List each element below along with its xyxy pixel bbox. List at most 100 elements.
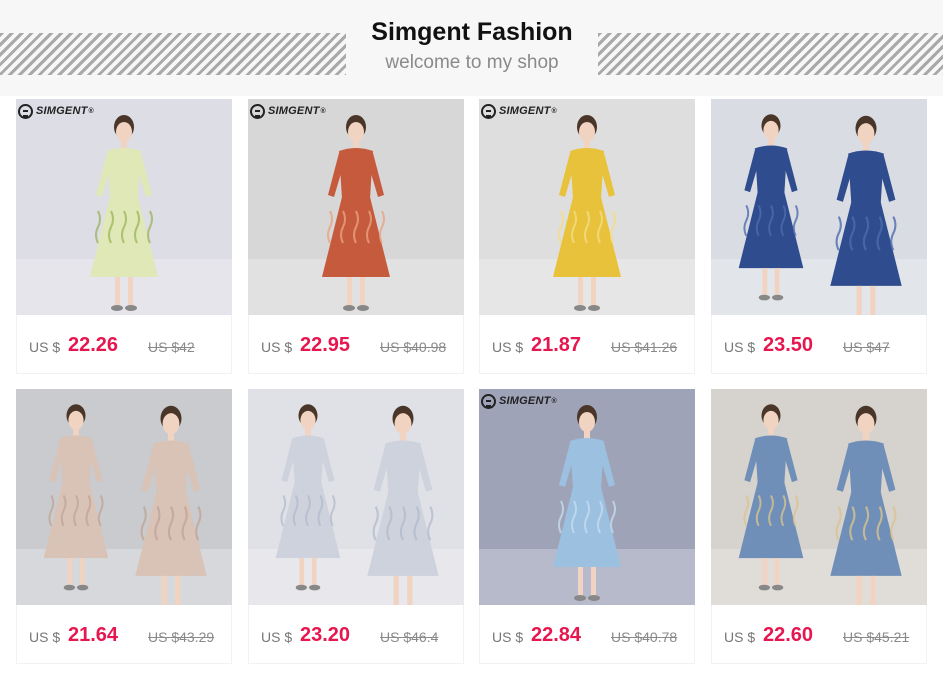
dress-bodice bbox=[59, 435, 93, 484]
model-face bbox=[300, 410, 316, 430]
model-leg-left bbox=[67, 558, 73, 587]
product-image[interactable]: SIMGENT ® bbox=[479, 389, 695, 605]
product-photo[interactable] bbox=[479, 389, 695, 605]
model-neck bbox=[121, 141, 127, 149]
model-face bbox=[763, 410, 779, 430]
dress-bodice bbox=[848, 150, 884, 204]
currency-label: US $ bbox=[261, 629, 293, 645]
model-neck bbox=[862, 433, 870, 442]
model-leg-right bbox=[870, 575, 876, 605]
model-neck bbox=[305, 428, 311, 437]
model-face bbox=[857, 413, 875, 435]
model-leg-left bbox=[578, 277, 583, 307]
model-shoe bbox=[574, 595, 586, 601]
product-image[interactable] bbox=[711, 389, 927, 605]
product-image[interactable]: SIMGENT ® bbox=[248, 99, 464, 315]
model-leg-left bbox=[161, 575, 167, 605]
product-image[interactable]: SIMGENT ® bbox=[16, 99, 232, 315]
model-shoe bbox=[588, 305, 600, 311]
model-neck bbox=[584, 431, 590, 439]
price-row: US $ 21.87 US $41.26 bbox=[479, 315, 695, 374]
model-face bbox=[394, 413, 412, 435]
model-shoe bbox=[295, 584, 308, 591]
brand-logo: SIMGENT ® bbox=[481, 393, 557, 409]
shop-title: Simgent Fashion bbox=[371, 18, 573, 46]
model-leg-left bbox=[393, 575, 399, 605]
product-card[interactable]: SIMGENT ® US $ 22.95 US $40.98 bbox=[248, 99, 464, 374]
brand-logo-icon bbox=[250, 103, 265, 119]
product-card[interactable]: US $ 21.64 US $43.29 bbox=[16, 389, 232, 664]
banner-stripes-right bbox=[598, 33, 943, 75]
price-row: US $ 22.84 US $40.78 bbox=[479, 605, 695, 664]
model-neck bbox=[73, 428, 79, 437]
currency-label: US $ bbox=[492, 339, 524, 355]
product-image[interactable] bbox=[711, 99, 927, 315]
model-shoe bbox=[574, 305, 586, 311]
original-price: US $45.21 bbox=[843, 629, 910, 645]
model-leg-right bbox=[591, 567, 596, 597]
model-face bbox=[348, 122, 364, 142]
product-image[interactable] bbox=[16, 389, 232, 605]
sale-price: 23.50 bbox=[763, 334, 814, 356]
model-shoe bbox=[76, 584, 89, 591]
model-leg-right bbox=[407, 575, 413, 605]
sale-price: 22.95 bbox=[300, 334, 351, 356]
registered-mark: ® bbox=[320, 107, 326, 115]
brand-logo: SIMGENT ® bbox=[250, 103, 326, 119]
model-leg-right bbox=[175, 575, 181, 605]
product-card[interactable]: US $ 23.50 US $47 bbox=[711, 99, 927, 374]
original-price: US $40.78 bbox=[611, 629, 678, 645]
original-price: US $43.29 bbox=[148, 629, 215, 645]
original-price: US $47 bbox=[843, 339, 890, 355]
product-card[interactable]: US $ 23.20 US $46.4 bbox=[248, 389, 464, 664]
dress-bodice bbox=[754, 145, 788, 194]
dress-bodice bbox=[754, 435, 788, 484]
shop-subtitle: welcome to my shop bbox=[385, 52, 559, 73]
product-card[interactable]: US $ 22.60 US $45.21 bbox=[711, 389, 927, 664]
model-face bbox=[116, 122, 132, 142]
registered-mark: ® bbox=[551, 107, 557, 115]
product-photo[interactable] bbox=[16, 99, 232, 315]
dress-bodice bbox=[848, 440, 884, 494]
product-card[interactable]: SIMGENT ® US $ 22.84 US $40.78 bbox=[479, 389, 695, 664]
model-leg-right bbox=[870, 285, 876, 315]
model-shoe bbox=[357, 305, 369, 311]
model-leg-left bbox=[299, 558, 305, 587]
model-shoe bbox=[758, 294, 771, 301]
product-image[interactable] bbox=[248, 389, 464, 605]
dress-bodice bbox=[107, 148, 141, 199]
registered-mark: ® bbox=[551, 397, 557, 405]
product-image[interactable]: SIMGENT ® bbox=[479, 99, 695, 315]
banner-stripes-left bbox=[0, 33, 346, 75]
model-shoe bbox=[343, 305, 355, 311]
product-card[interactable]: SIMGENT ® US $ 21.87 US $41.26 bbox=[479, 99, 695, 374]
brand-logo-text: SIMGENT bbox=[499, 395, 551, 407]
model-shoe bbox=[63, 584, 76, 591]
price-row: US $ 23.50 US $47 bbox=[711, 315, 927, 374]
brand-logo-text: SIMGENT bbox=[268, 105, 320, 117]
model-neck bbox=[167, 433, 175, 442]
sale-price: 21.64 bbox=[68, 624, 119, 646]
product-photo[interactable] bbox=[16, 389, 232, 605]
model-leg-right bbox=[591, 277, 596, 307]
sale-price: 21.87 bbox=[531, 334, 582, 356]
model-face bbox=[857, 123, 875, 145]
model-leg-left bbox=[856, 575, 862, 605]
model-leg-right bbox=[774, 558, 780, 587]
model-shoe bbox=[308, 584, 321, 591]
sale-price: 23.20 bbox=[300, 624, 351, 646]
model-leg-right bbox=[128, 277, 133, 307]
model-shoe bbox=[771, 584, 784, 591]
product-card[interactable]: SIMGENT ® US $ 22.26 US $42 bbox=[16, 99, 232, 374]
product-photo[interactable] bbox=[711, 99, 927, 315]
product-photo[interactable] bbox=[711, 389, 927, 605]
brand-logo: SIMGENT ® bbox=[481, 103, 557, 119]
original-price: US $41.26 bbox=[611, 339, 678, 355]
product-photo[interactable] bbox=[248, 389, 464, 605]
currency-label: US $ bbox=[724, 629, 756, 645]
product-photo[interactable] bbox=[248, 99, 464, 315]
product-photo[interactable] bbox=[479, 99, 695, 315]
price-row: US $ 22.60 US $45.21 bbox=[711, 605, 927, 664]
model-neck bbox=[399, 433, 407, 442]
model-leg-right bbox=[774, 268, 780, 297]
